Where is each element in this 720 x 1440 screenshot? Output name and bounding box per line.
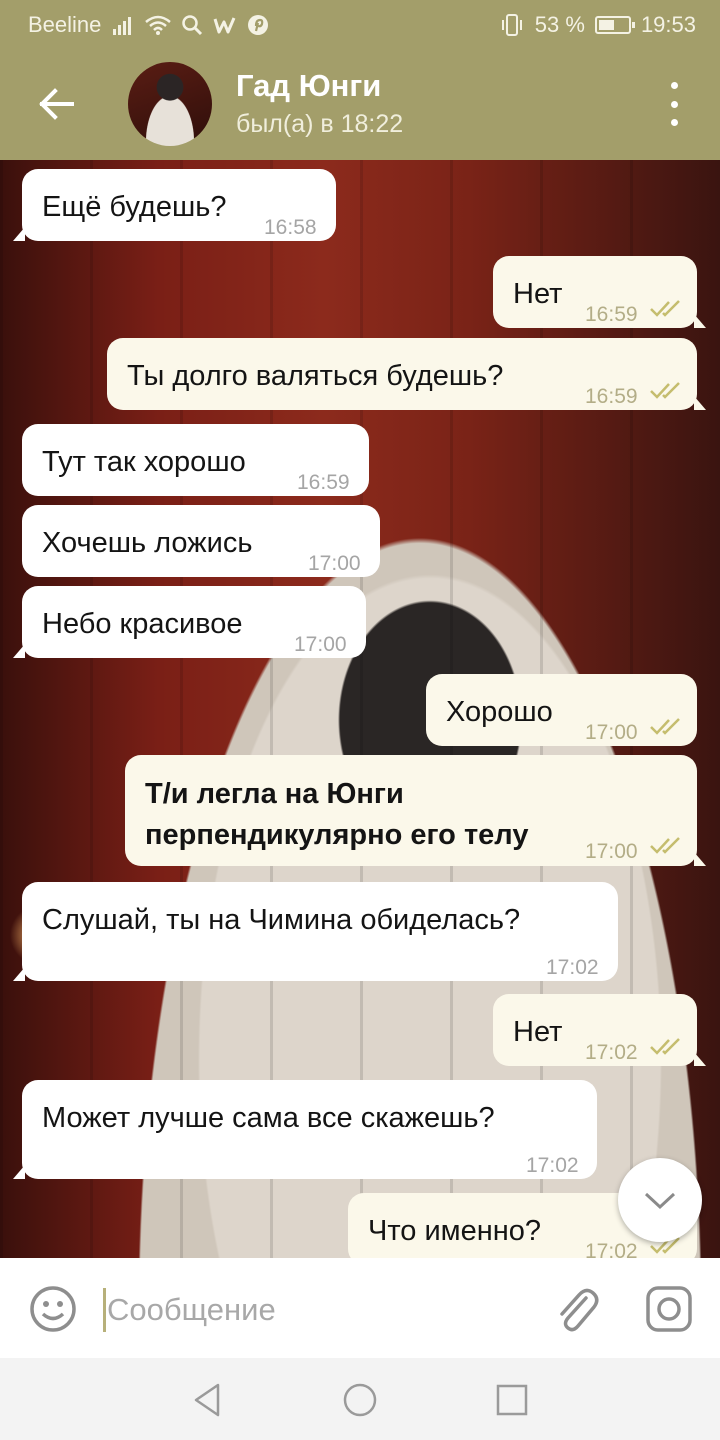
message-time: 16:59	[585, 385, 638, 408]
message-input[interactable]: Сообщение	[107, 1292, 276, 1328]
nav-home-icon[interactable]	[340, 1380, 380, 1420]
message-text: Нет	[513, 278, 563, 310]
message-bubble[interactable]: Ты долго валяться будешь? 16:59	[107, 338, 706, 410]
carrier-label: Beeline	[28, 12, 102, 37]
message-time: 17:00	[308, 552, 361, 575]
message-input-bar: Сообщение	[0, 1258, 720, 1358]
chevron-down-icon	[644, 1192, 676, 1210]
message-text: Хорошо	[446, 696, 553, 728]
message-text: Ещё будешь?	[42, 191, 227, 223]
clock: 19:53	[640, 12, 696, 37]
message-bubble[interactable]: Слушай, ты на Чимина обиделась? 17:02	[13, 882, 618, 981]
message-time: 17:02	[526, 1154, 579, 1177]
battery-fill	[598, 20, 614, 30]
message-bubble[interactable]: Хочешь ложись 17:00	[22, 505, 380, 577]
message-time: 17:02	[585, 1041, 638, 1064]
chat-name[interactable]: Гад Юнги	[236, 68, 381, 104]
attach-icon[interactable]	[552, 1284, 600, 1334]
message-time: 16:58	[264, 216, 317, 239]
message-text: Тут так хорошо	[42, 446, 246, 478]
message-bubble[interactable]: Нет 17:02	[493, 994, 706, 1066]
vibrate-icon	[501, 14, 522, 36]
message-text: Т/и легла на Юнги перпендикулярно его те…	[145, 774, 528, 856]
w-app-icon	[213, 17, 236, 34]
message-time: 16:59	[585, 303, 638, 326]
camera-icon[interactable]	[644, 1284, 694, 1334]
message-text: Нет	[513, 1016, 563, 1048]
signal-icon	[113, 17, 132, 35]
back-button[interactable]	[30, 78, 82, 130]
battery-percent: 53 %	[534, 12, 585, 37]
read-checks-icon	[650, 1038, 680, 1055]
message-text: Ты долго валяться будешь?	[127, 360, 504, 392]
read-checks-icon	[650, 837, 680, 854]
message-bubble[interactable]: Может лучше сама все скажешь? 17:02	[13, 1080, 597, 1179]
message-text: Хочешь ложись	[42, 527, 253, 559]
wifi-icon	[145, 15, 172, 35]
read-checks-icon	[650, 382, 680, 399]
battery-icon	[594, 16, 635, 34]
message-time: 16:59	[297, 471, 350, 494]
read-checks-icon	[650, 300, 680, 317]
chat-header: Гад Юнги был(а) в 18:22	[0, 48, 720, 160]
message-bubble[interactable]: Т/и легла на Юнги перпендикулярно его те…	[125, 755, 706, 866]
message-line: перпендикулярно его телу	[145, 819, 529, 851]
last-seen-status: был(а) в 18:22	[236, 110, 404, 138]
more-vert-icon[interactable]	[654, 82, 694, 126]
search-icon	[182, 15, 203, 36]
nav-recents-icon[interactable]	[492, 1380, 532, 1420]
message-bubble[interactable]: Небо красивое 17:00	[13, 586, 366, 658]
pinterest-icon	[248, 15, 269, 35]
message-time: 17:00	[585, 721, 638, 744]
message-time: 17:02	[546, 956, 599, 979]
message-bubble[interactable]: Нет 16:59	[493, 256, 706, 328]
message-bubble[interactable]: Тут так хорошо 16:59	[22, 424, 369, 496]
message-text: Небо красивое	[42, 608, 243, 640]
message-text: Может лучше сама все скажешь?	[42, 1102, 495, 1134]
message-bubble[interactable]: Ещё будешь? 16:58	[13, 169, 336, 241]
system-nav-bar	[0, 1358, 720, 1440]
scroll-down-button[interactable]	[618, 1158, 702, 1242]
read-checks-icon	[650, 718, 680, 735]
back-arrow-icon	[39, 88, 74, 120]
nav-back-icon[interactable]	[188, 1380, 228, 1420]
status-bar: Beeline 53 % 19:53	[0, 0, 720, 48]
message-bubble[interactable]: Хорошо 17:00	[426, 674, 697, 746]
text-cursor	[103, 1288, 106, 1332]
message-time: 17:00	[585, 840, 638, 863]
emoji-icon[interactable]	[28, 1284, 78, 1334]
message-time: 17:00	[294, 633, 347, 656]
message-line: Т/и легла на Юнги	[145, 778, 404, 810]
message-text: Слушай, ты на Чимина обиделась?	[42, 904, 521, 936]
message-text: Что именно?	[368, 1215, 542, 1247]
avatar[interactable]	[128, 62, 212, 146]
